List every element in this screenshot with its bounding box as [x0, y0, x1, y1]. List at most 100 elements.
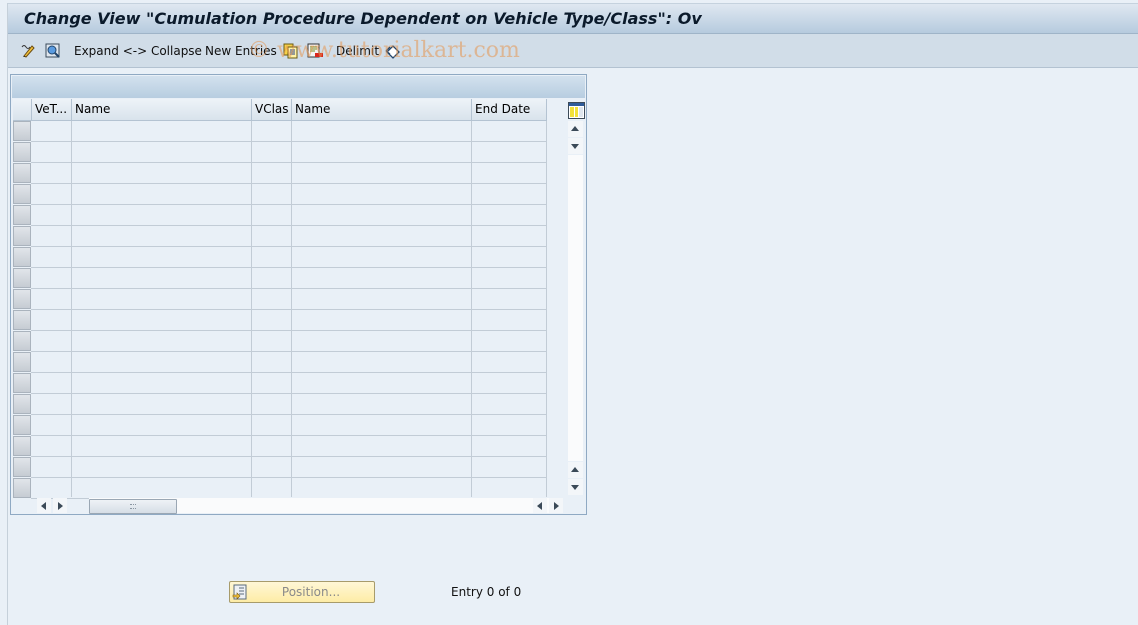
- table-cell[interactable]: [252, 205, 291, 225]
- row-selector[interactable]: [13, 394, 31, 414]
- table-cell[interactable]: [252, 352, 291, 372]
- table-cell[interactable]: [32, 415, 71, 435]
- table-cell[interactable]: [292, 247, 471, 267]
- table-cell[interactable]: [472, 373, 546, 393]
- horizontal-scrollbar[interactable]: [31, 498, 565, 514]
- table-cell[interactable]: [72, 205, 251, 225]
- table-cell[interactable]: [72, 436, 251, 456]
- table-cell[interactable]: [252, 289, 291, 309]
- row-selector[interactable]: [13, 163, 31, 183]
- scroll-page-down-button[interactable]: [568, 479, 583, 495]
- table-cell[interactable]: [472, 268, 546, 288]
- table-cell[interactable]: [472, 457, 546, 477]
- table-cell[interactable]: [252, 331, 291, 351]
- table-cell[interactable]: [472, 352, 546, 372]
- table-cell[interactable]: [32, 289, 71, 309]
- table-cell[interactable]: [472, 247, 546, 267]
- table-cell[interactable]: [252, 226, 291, 246]
- table-cell[interactable]: [72, 268, 251, 288]
- table-cell[interactable]: [32, 142, 71, 162]
- row-selector[interactable]: [13, 436, 31, 456]
- horizontal-scroll-thumb[interactable]: [89, 499, 177, 514]
- table-cell[interactable]: [32, 352, 71, 372]
- table-cell[interactable]: [72, 163, 251, 183]
- table-cell[interactable]: [472, 478, 546, 498]
- table-cell[interactable]: [32, 331, 71, 351]
- row-selector[interactable]: [13, 310, 31, 330]
- table-cell[interactable]: [292, 184, 471, 204]
- table-cell[interactable]: [32, 268, 71, 288]
- table-cell[interactable]: [32, 310, 71, 330]
- scroll-right-end-button[interactable]: [549, 498, 563, 513]
- table-cell[interactable]: [252, 415, 291, 435]
- row-selector[interactable]: [13, 247, 31, 267]
- table-cell[interactable]: [252, 268, 291, 288]
- table-cell[interactable]: [32, 247, 71, 267]
- table-cell[interactable]: [292, 310, 471, 330]
- table-cell[interactable]: [72, 415, 251, 435]
- copy-button[interactable]: [282, 42, 300, 60]
- row-selector[interactable]: [13, 331, 31, 351]
- table-cell[interactable]: [472, 121, 546, 141]
- row-selector[interactable]: [13, 478, 31, 498]
- table-cell[interactable]: [252, 478, 291, 498]
- table-cell[interactable]: [472, 289, 546, 309]
- table-cell[interactable]: [252, 247, 291, 267]
- table-cell[interactable]: [252, 121, 291, 141]
- table-cell[interactable]: [32, 478, 71, 498]
- table-cell[interactable]: [252, 436, 291, 456]
- vertical-scroll-track[interactable]: [568, 155, 583, 461]
- table-cell[interactable]: [292, 352, 471, 372]
- table-cell[interactable]: [292, 478, 471, 498]
- table-cell[interactable]: [292, 394, 471, 414]
- table-cell[interactable]: [72, 184, 251, 204]
- select-all-header[interactable]: [13, 99, 32, 121]
- table-cell[interactable]: [292, 205, 471, 225]
- table-cell[interactable]: [292, 289, 471, 309]
- table-cell[interactable]: [292, 163, 471, 183]
- row-selector[interactable]: [13, 121, 31, 141]
- table-cell[interactable]: [32, 163, 71, 183]
- column-header-name[interactable]: Name: [72, 99, 252, 121]
- column-header-vehicle-type[interactable]: VeT...: [32, 99, 72, 121]
- table-cell[interactable]: [292, 226, 471, 246]
- row-selector[interactable]: [13, 268, 31, 288]
- row-selector[interactable]: [13, 373, 31, 393]
- table-cell[interactable]: [72, 478, 251, 498]
- table-cell[interactable]: [72, 394, 251, 414]
- table-cell[interactable]: [472, 184, 546, 204]
- table-cell[interactable]: [292, 121, 471, 141]
- undo-change-button[interactable]: [384, 42, 402, 60]
- table-cell[interactable]: [292, 373, 471, 393]
- table-cell[interactable]: [252, 310, 291, 330]
- table-cell[interactable]: [72, 289, 251, 309]
- table-cell[interactable]: [72, 247, 251, 267]
- table-cell[interactable]: [32, 121, 71, 141]
- scroll-down-button[interactable]: [568, 138, 583, 154]
- table-cell[interactable]: [32, 226, 71, 246]
- table-cell[interactable]: [252, 457, 291, 477]
- table-cell[interactable]: [472, 205, 546, 225]
- table-cell[interactable]: [252, 373, 291, 393]
- column-header-vehicle-class[interactable]: VClas: [252, 99, 292, 121]
- table-cell[interactable]: [292, 457, 471, 477]
- table-cell[interactable]: [72, 226, 251, 246]
- display-button[interactable]: [44, 42, 62, 60]
- table-cell[interactable]: [72, 121, 251, 141]
- table-cell[interactable]: [32, 205, 71, 225]
- scroll-right-button[interactable]: [53, 498, 67, 513]
- row-selector[interactable]: [13, 415, 31, 435]
- table-cell[interactable]: [72, 310, 251, 330]
- edit-button[interactable]: [20, 42, 38, 60]
- table-cell[interactable]: [72, 457, 251, 477]
- table-cell[interactable]: [252, 394, 291, 414]
- table-cell[interactable]: [292, 142, 471, 162]
- row-selector[interactable]: [13, 352, 31, 372]
- table-cell[interactable]: [472, 331, 546, 351]
- table-cell[interactable]: [292, 331, 471, 351]
- table-cell[interactable]: [72, 331, 251, 351]
- row-selector[interactable]: [13, 289, 31, 309]
- row-selector[interactable]: [13, 205, 31, 225]
- table-cell[interactable]: [252, 163, 291, 183]
- delete-button[interactable]: [306, 42, 324, 60]
